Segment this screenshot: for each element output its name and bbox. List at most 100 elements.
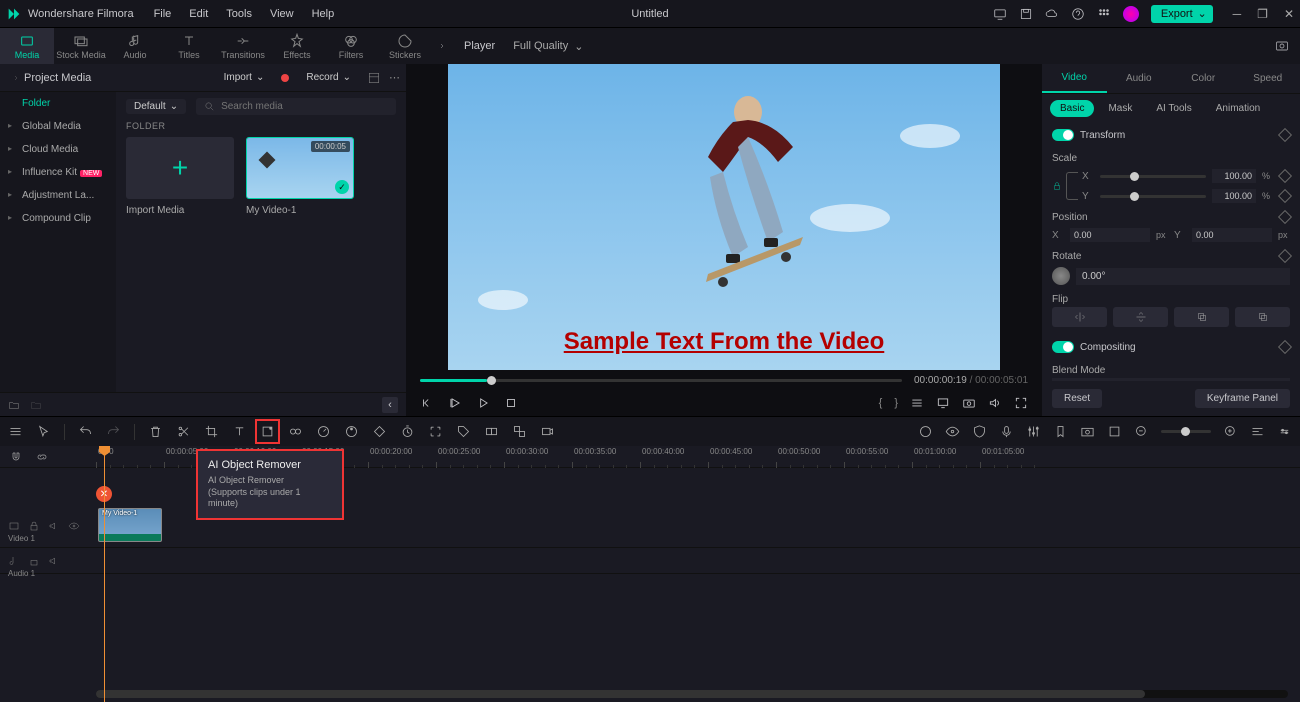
tree-influence-kit[interactable]: Influence KitNEW xyxy=(0,161,116,184)
duration-icon[interactable] xyxy=(400,424,415,439)
record-dropdown[interactable]: Record ⌄ xyxy=(298,70,359,85)
compositing-kf[interactable] xyxy=(1278,340,1292,354)
menu-help[interactable]: Help xyxy=(312,8,335,20)
snapshot-tl-icon[interactable] xyxy=(1080,424,1095,439)
tree-cloud-media[interactable]: Cloud Media xyxy=(0,138,116,161)
next-frame-icon[interactable] xyxy=(476,396,490,410)
tab-stickers[interactable]: Stickers xyxy=(378,28,432,64)
detect-icon[interactable] xyxy=(428,424,443,439)
ungroup-icon[interactable] xyxy=(512,424,527,439)
mic-icon[interactable] xyxy=(999,424,1014,439)
tree-adjustment[interactable]: Adjustment La... xyxy=(0,184,116,207)
apps-icon[interactable] xyxy=(1097,7,1111,21)
pos-y-input[interactable] xyxy=(1192,228,1272,242)
tree-compound[interactable]: Compound Clip xyxy=(0,207,116,230)
subtab-aitools[interactable]: AI Tools xyxy=(1146,100,1201,117)
tab-effects[interactable]: Effects xyxy=(270,28,324,64)
screen-icon[interactable] xyxy=(993,7,1007,21)
text-icon[interactable] xyxy=(232,424,247,439)
crop-icon[interactable] xyxy=(204,424,219,439)
sort-dropdown[interactable]: Default ⌄ xyxy=(126,99,186,114)
undo-icon[interactable] xyxy=(78,424,93,439)
tree-global-media[interactable]: Global Media xyxy=(0,115,116,138)
insp-tab-audio[interactable]: Audio xyxy=(1107,64,1172,93)
player-tab-label[interactable]: Player xyxy=(464,40,495,52)
tab-titles[interactable]: Titles xyxy=(162,28,216,64)
import-dropdown[interactable]: Import ⌄ xyxy=(216,70,273,85)
ai-green-icon[interactable] xyxy=(918,424,933,439)
new-bin-icon[interactable] xyxy=(30,399,42,411)
mark-out-icon[interactable]: } xyxy=(894,397,898,409)
paste-button[interactable] xyxy=(1235,307,1290,327)
zoom-in-icon[interactable] xyxy=(1223,424,1238,439)
tl-magnet-icon[interactable] xyxy=(10,451,22,463)
blend-select[interactable] xyxy=(1052,378,1290,381)
subtab-basic[interactable]: Basic xyxy=(1050,100,1094,117)
tab-audio[interactable]: Audio xyxy=(108,28,162,64)
transform-toggle[interactable] xyxy=(1052,129,1074,141)
play-icon[interactable] xyxy=(448,396,462,410)
copy-button[interactable] xyxy=(1174,307,1229,327)
color-icon[interactable] xyxy=(344,424,359,439)
menu-tools[interactable]: Tools xyxy=(226,8,252,20)
mute-track-icon[interactable] xyxy=(48,520,60,532)
more-icon[interactable]: ⋯ xyxy=(389,71,400,84)
rotate-kf[interactable] xyxy=(1278,249,1292,263)
position-kf[interactable] xyxy=(1278,210,1292,224)
scale-x-slider[interactable] xyxy=(1100,175,1206,178)
display-icon[interactable] xyxy=(936,396,950,410)
export-button[interactable]: Export xyxy=(1151,5,1213,23)
speed-icon[interactable] xyxy=(316,424,331,439)
lock-icon[interactable] xyxy=(1052,181,1062,191)
reset-button[interactable]: Reset xyxy=(1052,389,1102,408)
fit-icon[interactable] xyxy=(1107,424,1122,439)
visible-track-icon[interactable] xyxy=(68,520,80,532)
subtab-mask[interactable]: Mask xyxy=(1098,100,1142,117)
menu-file[interactable]: File xyxy=(154,8,172,20)
minimize-button[interactable]: ─ xyxy=(1233,7,1242,21)
lock-audio-icon[interactable] xyxy=(28,555,40,567)
prev-frame-icon[interactable] xyxy=(420,396,434,410)
smart-cut-icon[interactable] xyxy=(288,424,303,439)
panel-layout-icon[interactable] xyxy=(367,71,381,85)
flip-v-button[interactable] xyxy=(1113,307,1168,327)
menu-view[interactable]: View xyxy=(270,8,294,20)
rotate-input[interactable] xyxy=(1076,268,1290,285)
tl-cursor-icon[interactable] xyxy=(36,424,51,439)
import-media-tile[interactable]: + xyxy=(126,137,234,199)
cloud-icon[interactable] xyxy=(1045,7,1059,21)
clip-thumbnail[interactable]: 00:00:05 ✓ xyxy=(246,137,354,199)
scale-y-input[interactable] xyxy=(1212,189,1256,203)
zoom-out-icon[interactable] xyxy=(1134,424,1149,439)
snapshot-icon[interactable] xyxy=(1274,38,1290,54)
tab-filters[interactable]: Filters xyxy=(324,28,378,64)
menu-edit[interactable]: Edit xyxy=(189,8,208,20)
timeline-settings-icon[interactable] xyxy=(1277,424,1292,439)
scale-x-input[interactable] xyxy=(1212,169,1256,183)
timeline-view-icon[interactable] xyxy=(1250,424,1265,439)
preview-viewport[interactable]: Sample Text From the Video xyxy=(448,64,1000,370)
chevron-right-icon[interactable] xyxy=(438,42,446,50)
volume-icon[interactable] xyxy=(988,396,1002,410)
flip-h-button[interactable] xyxy=(1052,307,1107,327)
transform-keyframe[interactable] xyxy=(1278,128,1292,142)
delete-icon[interactable] xyxy=(148,424,163,439)
ai-object-remover-icon[interactable] xyxy=(260,424,275,439)
scale-y-slider[interactable] xyxy=(1100,195,1206,198)
group-icon[interactable] xyxy=(484,424,499,439)
marker-icon[interactable] xyxy=(1053,424,1068,439)
rotate-dial[interactable] xyxy=(1052,267,1070,285)
search-input[interactable] xyxy=(221,101,388,112)
timeline-scrollbar[interactable] xyxy=(96,690,1288,698)
subtab-animation[interactable]: Animation xyxy=(1206,100,1270,117)
user-avatar[interactable] xyxy=(1123,6,1139,22)
scale-y-kf[interactable] xyxy=(1278,189,1292,203)
insp-tab-speed[interactable]: Speed xyxy=(1236,64,1300,93)
mute-audio-icon[interactable] xyxy=(48,555,60,567)
list-icon[interactable] xyxy=(910,396,924,410)
zoom-slider[interactable] xyxy=(1161,430,1211,433)
help-icon[interactable] xyxy=(1071,7,1085,21)
split-icon[interactable] xyxy=(176,424,191,439)
render-icon[interactable] xyxy=(540,424,555,439)
search-media[interactable] xyxy=(196,98,396,115)
